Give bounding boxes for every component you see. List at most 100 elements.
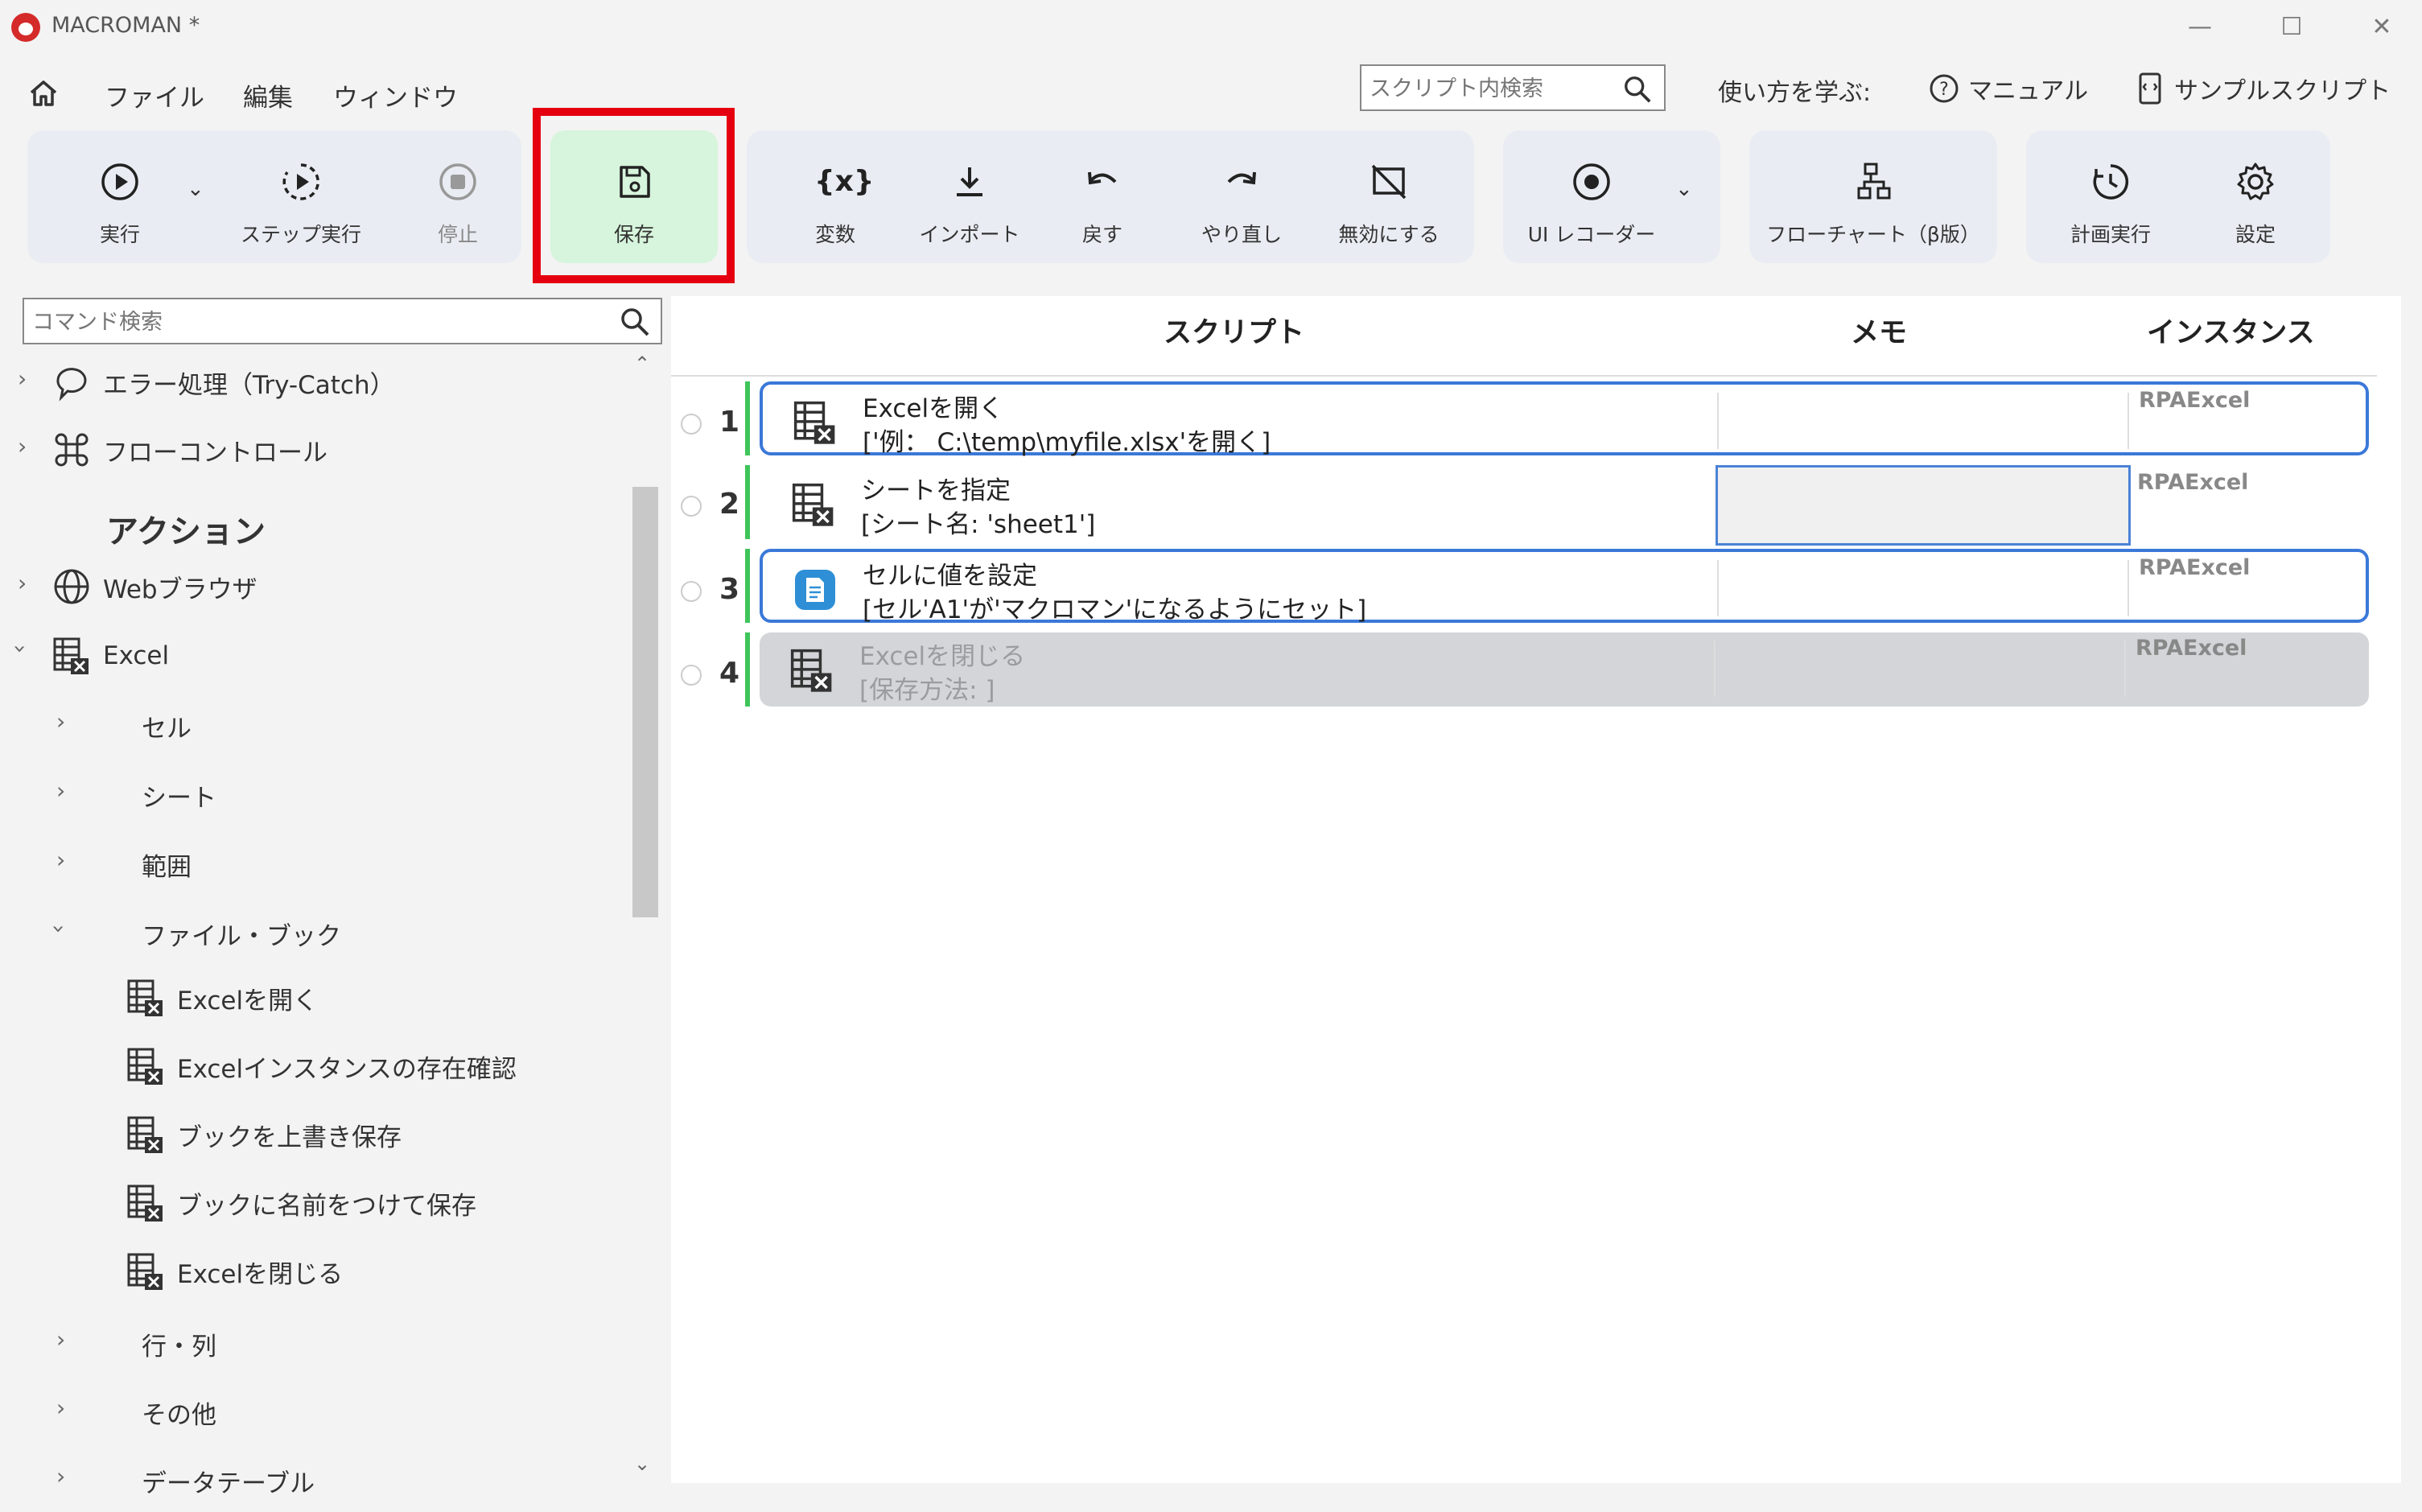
expand-chevron-icon[interactable]: › bbox=[18, 570, 27, 596]
search-icon[interactable] bbox=[1622, 74, 1653, 105]
tree-item-sheet[interactable]: シート bbox=[142, 777, 216, 814]
flowchart-group: フローチャート（β版） bbox=[1749, 130, 1997, 263]
search-icon[interactable] bbox=[619, 306, 651, 338]
row-enabled-marker bbox=[745, 465, 750, 539]
tree-label: エラー処理（Try-Catch） bbox=[103, 370, 395, 400]
flowchart-button[interactable]: フローチャート（β版） bbox=[1757, 130, 1989, 263]
command-check-instance[interactable]: Excelインスタンスの存在確認 bbox=[126, 1046, 517, 1086]
import-label: インポート bbox=[919, 223, 1020, 246]
expand-chevron-icon[interactable]: › bbox=[56, 708, 65, 735]
manual-link[interactable]: ? マニュアル bbox=[1928, 71, 2088, 106]
ui-recorder-chevron-icon[interactable]: ⌄ bbox=[1675, 177, 1693, 201]
samples-link[interactable]: サンプルスクリプト bbox=[2134, 71, 2391, 106]
tree-item-cell[interactable]: セル bbox=[142, 708, 192, 744]
schedule-label: 計画実行 bbox=[2070, 223, 2151, 246]
tree-item-other[interactable]: その他 bbox=[142, 1395, 216, 1431]
scroll-up-icon[interactable]: ⌃ bbox=[634, 352, 650, 375]
breakpoint-icon[interactable] bbox=[681, 496, 702, 517]
expand-chevron-icon[interactable]: › bbox=[56, 777, 65, 804]
table-row[interactable]: セルに値を設定 [セル'A1'が'マクロマン'になるようにセット] RPAExc… bbox=[760, 549, 2369, 624]
expand-chevron-icon[interactable]: › bbox=[56, 1395, 65, 1421]
variables-button[interactable]: {x} 変数 bbox=[779, 130, 892, 263]
command-search-input[interactable] bbox=[31, 304, 597, 340]
command-search-box[interactable] bbox=[23, 298, 662, 344]
row-instance: RPAExcel bbox=[2137, 470, 2249, 495]
tree-item-file-book[interactable]: ファイル・ブック bbox=[142, 916, 341, 952]
memo-cell-editor[interactable] bbox=[1716, 465, 2131, 546]
expand-chevron-icon[interactable]: › bbox=[56, 1463, 65, 1489]
table-row[interactable]: Excelを閉じる [保存方法: ] RPAExcel bbox=[760, 632, 2369, 707]
tree-item-error-handling[interactable]: エラー処理（Try-Catch） bbox=[51, 362, 395, 402]
table-row[interactable]: Excelを開く ['例： C:\temp\myfile.xlsx'を開く] R… bbox=[760, 381, 2369, 457]
row-title: シートを指定 bbox=[861, 476, 1011, 505]
breakpoint-icon[interactable] bbox=[681, 665, 702, 686]
breakpoint-icon[interactable] bbox=[681, 414, 702, 435]
disable-icon bbox=[1371, 164, 1407, 200]
home-icon[interactable] bbox=[27, 77, 60, 109]
step-run-button[interactable]: ステップ実行 bbox=[220, 130, 381, 263]
status-strip bbox=[671, 1483, 2401, 1512]
expand-chevron-icon[interactable]: › bbox=[18, 365, 27, 392]
column-header-script: スクリプト bbox=[1164, 317, 1305, 349]
command-label: ブックを上書き保存 bbox=[177, 1123, 402, 1152]
ui-recorder-button[interactable]: UI レコーダー bbox=[1519, 130, 1664, 263]
actions-section-title: アクション bbox=[106, 513, 266, 550]
command-close-excel[interactable]: Excelを閉じる bbox=[126, 1251, 343, 1292]
row-instance: RPAExcel bbox=[2136, 636, 2247, 661]
command-overwrite-save[interactable]: ブックを上書き保存 bbox=[126, 1114, 402, 1155]
play-icon bbox=[101, 163, 138, 200]
excel-icon bbox=[793, 401, 835, 444]
run-button[interactable]: 実行 bbox=[60, 130, 180, 263]
minimize-button[interactable]: — bbox=[2168, 6, 2232, 48]
undo-button[interactable]: 戻す bbox=[1046, 130, 1159, 263]
expand-chevron-icon[interactable]: › bbox=[56, 1326, 65, 1353]
breakpoint-icon[interactable] bbox=[681, 581, 702, 602]
expand-chevron-icon[interactable]: › bbox=[56, 847, 65, 873]
variable-icon: {x} bbox=[814, 165, 875, 198]
menu-window[interactable]: ウィンドウ bbox=[333, 77, 458, 113]
sample-script-icon bbox=[2139, 72, 2161, 105]
tree-item-excel[interactable]: Excel bbox=[51, 636, 169, 676]
collapse-chevron-icon[interactable]: › bbox=[46, 925, 72, 933]
scroll-down-icon[interactable]: ⌄ bbox=[634, 1452, 650, 1475]
collapse-chevron-icon[interactable]: › bbox=[7, 645, 34, 653]
row-params: [保存方法: ] bbox=[859, 676, 995, 705]
row-enabled-marker bbox=[745, 381, 750, 455]
speech-bubble-icon bbox=[56, 368, 87, 402]
menu-file[interactable]: ファイル bbox=[105, 77, 204, 113]
tree-item-flow-control[interactable]: フローコントロール bbox=[51, 430, 327, 470]
script-search-input[interactable] bbox=[1368, 71, 1613, 106]
expand-chevron-icon[interactable]: › bbox=[18, 433, 27, 459]
maximize-button[interactable]: ☐ bbox=[2259, 6, 2324, 48]
excel-icon bbox=[127, 1048, 163, 1085]
redo-button[interactable]: やり直し bbox=[1181, 130, 1302, 263]
app-logo-icon bbox=[11, 13, 40, 42]
column-divider bbox=[1714, 641, 1716, 697]
globe-icon bbox=[54, 569, 89, 604]
sidebar-scrollbar-thumb[interactable] bbox=[632, 487, 658, 917]
tree-item-row-col[interactable]: 行・列 bbox=[142, 1326, 216, 1362]
flowchart-icon bbox=[1857, 163, 1891, 200]
tree-item-web-browser[interactable]: Webブラウザ bbox=[51, 566, 257, 607]
stop-icon bbox=[439, 163, 476, 200]
run-options-chevron-icon[interactable]: ⌄ bbox=[187, 177, 204, 201]
schedule-button[interactable]: 計画実行 bbox=[2042, 130, 2179, 263]
command-save-as[interactable]: ブックに名前をつけて保存 bbox=[126, 1183, 476, 1223]
column-divider bbox=[1717, 560, 1719, 616]
redo-label: やり直し bbox=[1201, 223, 1282, 246]
disable-button[interactable]: 無効にする bbox=[1318, 130, 1460, 263]
script-search-box[interactable] bbox=[1360, 64, 1666, 111]
run-controls-group: 実行 ⌄ ステップ実行 停止 bbox=[27, 130, 521, 263]
samples-label: サンプルスクリプト bbox=[2174, 77, 2391, 105]
tree-item-range[interactable]: 範囲 bbox=[142, 847, 192, 883]
menu-edit[interactable]: 編集 bbox=[243, 77, 293, 113]
row-number: 1 bbox=[719, 406, 740, 439]
import-button[interactable]: インポート bbox=[901, 130, 1038, 263]
close-button[interactable]: ✕ bbox=[2350, 6, 2414, 48]
command-open-excel[interactable]: Excelを開く bbox=[126, 978, 318, 1018]
schedule-settings-group: 計画実行 設定 bbox=[2026, 130, 2330, 263]
settings-button[interactable]: 設定 bbox=[2195, 130, 2316, 263]
column-header-memo: メモ bbox=[1851, 317, 1908, 349]
tree-item-data-table[interactable]: データテーブル bbox=[142, 1463, 315, 1499]
stop-button[interactable]: 停止 bbox=[397, 130, 518, 263]
